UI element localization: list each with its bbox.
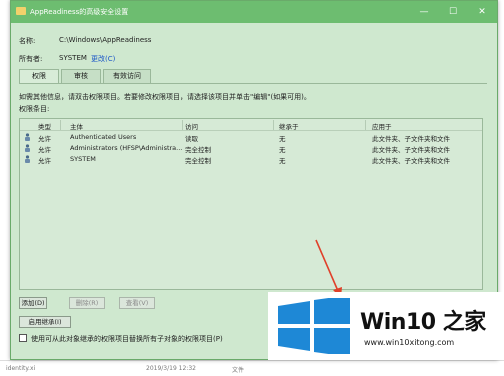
background-file-list: identity.xi 2019/3/19 12:32 文件 [0,360,504,376]
tab-permissions[interactable]: 权限 [19,69,59,84]
cell-type: 允许 [38,135,51,143]
name-value: C:\Windows\AppReadiness [59,36,152,44]
cell-applies: 此文件夹、子文件夹和文件 [372,146,450,154]
maximize-button[interactable]: ☐ [438,1,468,23]
column-divider [182,120,183,130]
column-applies[interactable]: 应用于 [372,121,392,131]
cell-type: 允许 [38,157,51,165]
cell-type: 允许 [38,146,51,154]
user-group-icon [25,133,30,141]
table-row[interactable]: 允许 SYSTEM 完全控制 无 此文件夹、子文件夹和文件 [20,154,482,165]
folder-icon [16,7,26,15]
win10-logo-watermark: Win10 之家 www.win10xitong.com [268,292,504,360]
cell-principal: Authenticated Users [70,133,137,141]
view-button[interactable]: 查看(V) [119,297,155,309]
watermark-url: www.win10xitong.com [364,338,455,347]
replace-child-permissions-checkbox[interactable] [19,334,27,342]
cell-principal: Administrators (HFSP\Administra... [70,144,183,152]
tab-divider [19,83,487,84]
cell-inherited: 无 [279,135,286,143]
name-label: 名称: [19,37,36,45]
bg-file-date: 2019/3/19 12:32 [146,365,196,372]
window-title: AppReadiness的高级安全设置 [30,8,129,16]
table-row[interactable]: 允许 Administrators (HFSP\Administra... 完全… [20,143,482,154]
info-text: 如需其他信息，请双击权限项目。若要修改权限项目，请选择该项目并单击"编辑"(如果… [19,93,311,101]
windows-logo-icon [278,298,350,354]
cell-access: 完全控制 [185,157,211,165]
column-type[interactable]: 类型 [38,121,51,131]
remove-button[interactable]: 删除(R) [69,297,105,309]
tab-effective-access[interactable]: 有效访问 [103,69,151,83]
bg-file-name: identity.xi [6,365,36,372]
close-button[interactable]: ✕ [467,1,497,23]
column-divider [273,120,274,130]
add-button[interactable]: 添加(D) [19,297,47,309]
watermark-brand: Win10 之家 [360,310,486,335]
column-divider [365,120,366,130]
entries-label: 权限条目: [19,105,50,113]
column-principal[interactable]: 主体 [70,121,83,131]
cell-access: 完全控制 [185,146,211,154]
list-header: 类型 主体 访问 继承于 应用于 [20,119,482,131]
column-inherited[interactable]: 继承于 [279,121,299,131]
cell-applies: 此文件夹、子文件夹和文件 [372,157,450,165]
bg-file-type: 文件 [232,367,245,374]
permission-entries-list[interactable]: 类型 主体 访问 继承于 应用于 允许 Authenticated Users … [19,118,483,290]
enable-inheritance-button[interactable]: 启用继承(I) [19,316,71,328]
user-group-icon [25,155,30,163]
replace-child-permissions-label[interactable]: 使用可从此对象继承的权限项目替换所有子对象的权限项目(P) [31,334,223,344]
minimize-button[interactable]: — [409,1,439,23]
change-owner-link[interactable]: 更改(C) [91,54,115,64]
tab-auditing[interactable]: 审核 [61,69,101,83]
owner-value: SYSTEM [59,54,87,62]
cell-access: 读取 [185,135,198,143]
cell-principal: SYSTEM [70,155,96,163]
cell-applies: 此文件夹、子文件夹和文件 [372,135,450,143]
cell-inherited: 无 [279,146,286,154]
column-access[interactable]: 访问 [185,121,198,131]
title-bar[interactable]: AppReadiness的高级安全设置 — ☐ ✕ [11,1,497,23]
column-divider [60,120,61,130]
cell-inherited: 无 [279,157,286,165]
table-row[interactable]: 允许 Authenticated Users 读取 无 此文件夹、子文件夹和文件 [20,132,482,143]
owner-label: 所有者: [19,55,43,63]
user-group-icon [25,144,30,152]
